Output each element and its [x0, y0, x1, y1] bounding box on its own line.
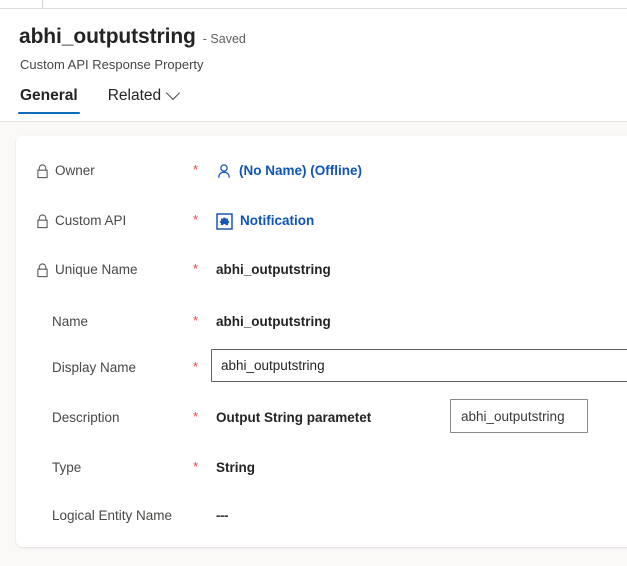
display-name-input[interactable]: [211, 349, 627, 382]
field-label-owner: Owner: [36, 161, 95, 181]
required-marker: *: [193, 459, 199, 474]
field-value-owner[interactable]: (No Name) (Offline): [216, 161, 362, 181]
field-value-name: abhi_outputstring: [216, 312, 331, 332]
required-marker: *: [193, 409, 199, 424]
title-row: abhi_outputstring - Saved: [19, 25, 246, 49]
field-label-unique-name-text: Unique Name: [55, 262, 138, 277]
display-name-tooltip-text: abhi_outputstring: [461, 408, 565, 424]
record-header: abhi_outputstring - Saved Custom API Res…: [0, 9, 627, 122]
field-row-display-name: Display Name *: [16, 349, 627, 388]
field-label-display-name-text: Display Name: [52, 360, 137, 375]
required-marker: *: [193, 261, 199, 276]
required-marker: *: [193, 359, 199, 374]
tab-general-label: General: [20, 87, 78, 104]
field-label-description: Description: [52, 408, 120, 428]
field-label-custom-api: Custom API: [36, 211, 126, 231]
required-marker: *: [193, 212, 199, 227]
field-label-logical-entity-name: Logical Entity Name: [52, 506, 172, 526]
field-label-custom-api-text: Custom API: [55, 213, 127, 228]
field-value-logical-entity-name-text: ---: [216, 508, 229, 523]
field-label-display-name: Display Name: [52, 358, 136, 378]
field-row-name: Name * abhi_outputstring: [16, 312, 627, 342]
lock-icon: [37, 262, 48, 277]
lock-icon: [37, 163, 48, 178]
field-value-logical-entity-name: ---: [216, 506, 229, 526]
field-value-description-text: Output String parametet: [216, 410, 372, 425]
custom-api-component-icon: [216, 212, 233, 230]
field-value-unique-name-text: abhi_outputstring: [216, 262, 331, 277]
app-top-strip: [0, 0, 627, 9]
field-value-custom-api-text: Notification: [240, 213, 315, 228]
sidebar-divider: [42, 0, 43, 8]
field-value-owner-text: (No Name) (Offline): [239, 163, 362, 178]
field-value-type: String: [216, 458, 255, 478]
field-row-custom-api: Custom API * Notification: [16, 211, 627, 241]
save-status-text: - Saved: [202, 32, 246, 46]
field-row-type: Type * String: [16, 458, 627, 488]
field-label-description-text: Description: [52, 410, 120, 425]
entity-type-subtitle: Custom API Response Property: [20, 57, 204, 72]
general-tab-form-card: Owner * (No Name) (Offline) Custom API *: [16, 136, 627, 547]
page-title: abhi_outputstring: [19, 25, 196, 48]
field-row-owner: Owner * (No Name) (Offline): [16, 161, 627, 191]
field-value-custom-api[interactable]: Notification: [216, 211, 314, 231]
display-name-tooltip: abhi_outputstring: [450, 399, 588, 433]
contact-person-icon: [218, 164, 230, 178]
tab-related[interactable]: Related: [106, 85, 181, 114]
field-label-type-text: Type: [52, 460, 82, 475]
field-label-name: Name: [52, 312, 88, 332]
chevron-down-icon: [166, 85, 181, 101]
field-value-unique-name: abhi_outputstring: [216, 260, 331, 280]
field-label-logical-entity-name-text: Logical Entity Name: [52, 508, 173, 523]
field-row-unique-name: Unique Name * abhi_outputstring: [16, 260, 627, 290]
field-row-logical-entity-name: Logical Entity Name ---: [16, 506, 627, 536]
field-value-description: Output String parametet: [216, 408, 371, 428]
field-value-type-text: String: [216, 460, 255, 475]
tabstrip: General Related: [18, 85, 181, 114]
lock-icon: [37, 213, 48, 228]
field-label-unique-name: Unique Name: [36, 260, 138, 280]
field-label-owner-text: Owner: [55, 163, 95, 178]
field-label-name-text: Name: [52, 314, 89, 329]
required-marker: *: [193, 313, 199, 328]
tab-general[interactable]: General: [18, 87, 80, 114]
field-value-name-text: abhi_outputstring: [216, 314, 331, 329]
required-marker: *: [193, 162, 199, 177]
field-label-type: Type: [52, 458, 81, 478]
tab-related-label: Related: [107, 87, 162, 104]
